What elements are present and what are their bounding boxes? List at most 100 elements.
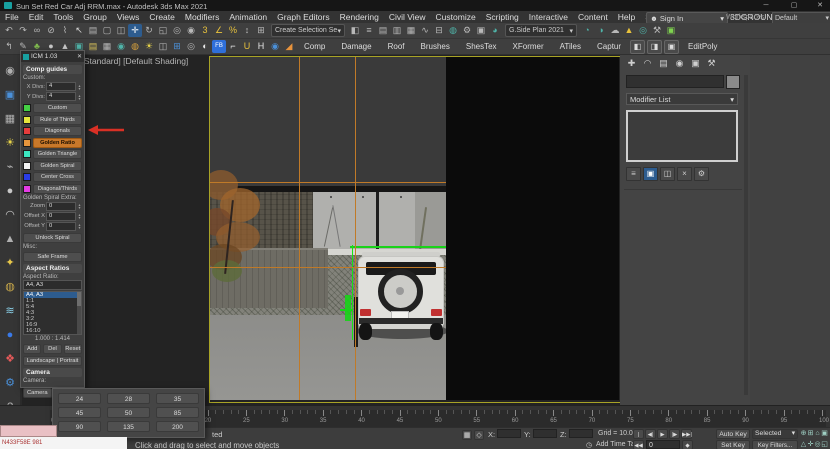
plugin-fb-icon[interactable]: FB [212,40,226,53]
guide-color-swatch-golden-triangle[interactable] [23,150,31,158]
create-selection-set-dropdown[interactable]: Create Selection Se ▾ [271,24,345,37]
maxscript-listener-white[interactable]: N433F58E 981 [0,437,127,449]
plugin-globe-icon[interactable]: ◉ [268,40,282,53]
prev-key-icon[interactable]: ◀◀ [633,440,644,449]
aspect-reset-button[interactable]: Reset [64,344,82,354]
viewport-layout-c-icon[interactable]: ▣ [664,40,679,54]
maximize-viewport-icon[interactable]: ◱ [821,440,828,449]
plugin-button-shestex[interactable]: ShesTex [458,42,505,51]
safe-frame-button[interactable]: Safe Frame [23,252,82,262]
render-setup-icon[interactable]: ⚙ [460,24,474,37]
plugin-notes-icon[interactable]: ▤ [86,40,100,53]
modifier-stack[interactable] [626,110,738,162]
select-scale-icon[interactable]: ◱ [156,24,170,37]
key-selection-dropdown[interactable]: Selected ▾ [752,429,798,439]
link-icon[interactable]: ∞ [30,24,44,37]
plugin-button-comp[interactable]: Comp [296,42,333,51]
fov-icon[interactable]: △ [800,440,807,449]
render-production-icon[interactable]: ◕ [488,24,502,37]
menu-civil-view[interactable]: Civil View [384,12,431,22]
next-frame-icon[interactable]: |▶ [669,429,680,439]
menu-graph-editors[interactable]: Graph Editors [272,12,334,22]
y-divs-field[interactable]: 4 [46,92,76,101]
render-warning-icon[interactable]: ▲ [622,24,636,37]
menu-interactive[interactable]: Interactive [524,12,573,22]
view-preset-dropdown[interactable]: G.Side Plan 2021 ▾ [505,24,577,37]
guide-button-golden-ratio[interactable]: Golden Ratio [33,138,82,148]
go-end-icon[interactable]: ▶▶| [681,429,692,439]
modifier-list-dropdown[interactable]: Modifier List ▾ [626,93,738,105]
menu-help[interactable]: Help [613,12,640,22]
camera-viewport[interactable]: [Camera001] [Standard] [Default Shading] [22,55,620,405]
spiral-offset-y-spinner[interactable]: ▴▾ [77,223,82,229]
pan-icon[interactable]: ✛ [807,440,814,449]
plugin-ball-icon[interactable]: ◉ [114,40,128,53]
play-icon[interactable]: ▶ [657,429,668,439]
guide-button-rule-of-thirds[interactable]: Rule of Thirds [33,115,82,125]
plugin-button-xformer[interactable]: XFormer [505,42,552,51]
menu-edit[interactable]: Edit [24,12,49,22]
selection-lock-toggle[interactable]: ◇ [474,430,484,440]
side-blue-sphere-icon[interactable]: ● [1,323,20,347]
command-panel-scrollbar[interactable] [744,75,748,395]
current-frame-field[interactable]: 0 [646,440,680,449]
guide-button-golden-triangle[interactable]: Golden Triangle [33,149,82,159]
utilities-tab[interactable]: ⚒ [705,57,718,70]
x-divs-spinner[interactable]: ▴▾ [77,84,82,90]
mirror-icon[interactable]: ◧ [348,24,362,37]
curve-editor-icon[interactable]: ∿ [418,24,432,37]
spiral-zoom-field[interactable]: 0 [46,202,76,211]
menu-modifiers[interactable]: Modifiers [180,12,224,22]
display-tab[interactable]: ▣ [689,57,702,70]
focal-button-50[interactable]: 50 [107,407,150,418]
prev-frame-icon[interactable]: ◀| [645,429,656,439]
side-ring-icon[interactable]: ◍ [1,275,20,299]
plugin-box-icon[interactable]: ▦ [100,40,114,53]
scene-explorer-icon[interactable]: ▤ [376,24,390,37]
plugin-undo-icon[interactable]: ↰ [2,40,16,53]
motion-tab[interactable]: ◉ [673,57,686,70]
hierarchy-tab[interactable]: ▤ [657,57,670,70]
aspect-add-button[interactable]: Add [23,344,41,354]
side-eye-icon[interactable]: ◉ [1,59,20,83]
orbit-icon[interactable]: ◎ [814,440,821,449]
plugin-corner-icon[interactable]: ⌐ [226,40,240,53]
maximize-button[interactable]: ▢ [784,1,804,10]
go-start-icon[interactable]: |◀◀ [633,429,644,439]
plugin-button-damage[interactable]: Damage [333,42,379,51]
toolbox-icon[interactable]: ⚒ [650,24,664,37]
snap-toggle-3-icon[interactable]: 3 [198,24,212,37]
plugin-button-captur[interactable]: Captur [589,42,629,51]
use-pivot-icon[interactable]: ◉ [184,24,198,37]
key-filters-button[interactable]: Key Filters... [752,440,798,449]
align-icon[interactable]: ≡ [362,24,376,37]
side-waves-icon[interactable]: ≋ [1,299,20,323]
guide-color-swatch-rule-of-thirds[interactable] [23,116,31,124]
viewport-layout-b-icon[interactable]: ◨ [647,40,662,54]
menu-views[interactable]: Views [112,12,145,22]
side-palette-icon[interactable]: ❖ [1,347,20,371]
spinner-snap-icon[interactable]: ↕ [240,24,254,37]
plugin-panel-icon[interactable]: ◫ [156,40,170,53]
icm-close-icon[interactable]: ✕ [77,53,82,60]
spiral-offset-y-field[interactable]: 0 [46,222,76,231]
plugin-button-editpoly[interactable]: EditPoly [680,42,725,51]
select-by-name-icon[interactable]: ▤ [86,24,100,37]
side-monitor-icon[interactable]: ▣ [1,83,20,107]
select-rotate-icon[interactable]: ↻ [142,24,156,37]
unlink-icon[interactable]: ⊘ [44,24,58,37]
zoom-all-icon[interactable]: ⊞ [807,429,814,439]
guide-color-swatch-golden-spiral[interactable] [23,162,31,170]
side-cone-icon[interactable]: ▲ [1,227,20,251]
side-light-icon[interactable]: ☀ [1,131,20,155]
guide-button-golden-spiral[interactable]: Golden Spiral [33,161,82,171]
side-dome-icon[interactable]: ◠ [1,203,20,227]
pin-stack-icon[interactable]: ≡ [626,167,641,181]
absolute-mode-toggle[interactable]: ▦ [462,430,472,440]
guide-button-diagonal-thirds[interactable]: Diagonal/Thirds [33,184,82,194]
y-divs-spinner[interactable]: ▴▾ [77,94,82,100]
edit-named-selections-icon[interactable]: ⊞ [254,24,268,37]
window-crossing-icon[interactable]: ◫ [114,24,128,37]
orientation-button[interactable]: Landscape | Portrait [23,356,82,366]
guide-color-swatch-center-cross[interactable] [23,173,31,181]
